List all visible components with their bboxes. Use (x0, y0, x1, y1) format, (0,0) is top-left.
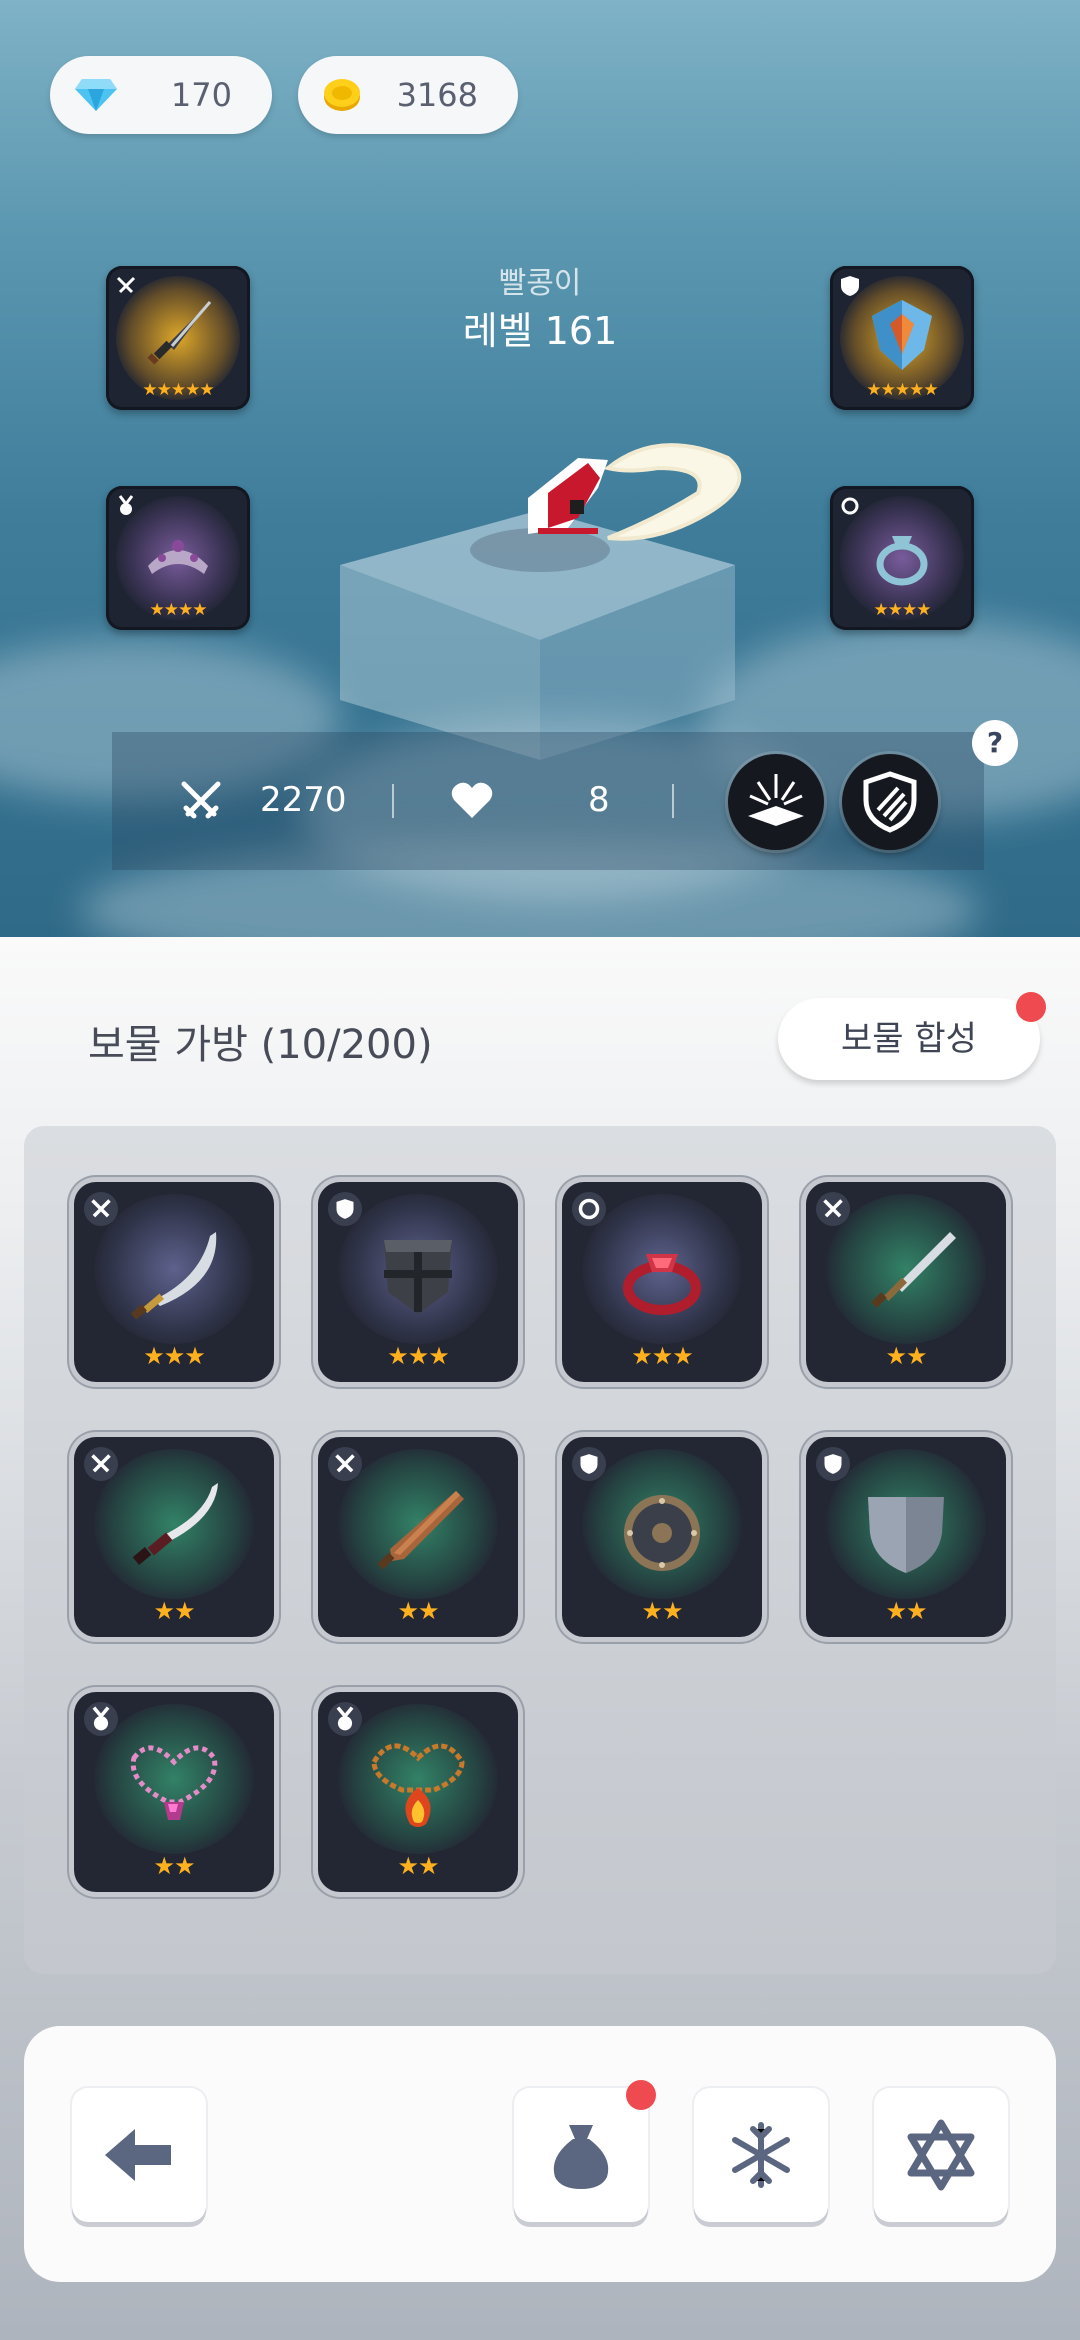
snowflake-icon (732, 2122, 790, 2188)
equipped-weapon-stars: ★★★★★ (142, 380, 214, 400)
gold-counter[interactable]: 3168 (298, 56, 518, 134)
gem-counter[interactable]: 170 (50, 56, 272, 134)
hero-scene: 170 3168 빨콩이 레벨 161 ★★★★★ ★★★★★ ★★★★ ★★★… (0, 0, 1080, 937)
ring-type-icon (572, 1192, 606, 1226)
treasure-bag-button[interactable] (514, 2088, 648, 2222)
shield-type-icon (572, 1447, 606, 1481)
equipped-armor-stars: ★★★★★ (866, 380, 938, 400)
back-arrow-icon (105, 2129, 171, 2181)
medal-type-icon (84, 1702, 118, 1736)
notification-dot (626, 2080, 656, 2110)
equipped-weapon-slot[interactable]: ★★★★★ (106, 266, 250, 410)
hexagram-icon (907, 2119, 975, 2191)
hero-character[interactable] (508, 438, 744, 554)
inventory-item-wooden-club[interactable]: ★★ (318, 1437, 518, 1637)
sword-type-icon (816, 1192, 850, 1226)
frost-button[interactable] (694, 2088, 828, 2222)
inventory-item-ruby-ring[interactable]: ★★★ (562, 1182, 762, 1382)
bag-title: 보물 가방 (10/200) (88, 1022, 433, 1068)
amethyst-necklace-icon (130, 1745, 218, 1820)
equipped-ring-stars: ★★★★ (873, 600, 932, 620)
combine-treasure-button[interactable]: 보물 합성 (778, 998, 1040, 1080)
fire-necklace-icon (371, 1743, 465, 1827)
iron-shield-icon (384, 1240, 452, 1314)
tiara-icon (148, 540, 208, 574)
item-stars: ★★ (885, 1597, 927, 1625)
help-button[interactable]: ? (972, 720, 1018, 766)
heart-icon (451, 782, 493, 818)
notification-dot (1016, 992, 1046, 1022)
attack-icon (181, 781, 221, 819)
inventory-item-round-buckler[interactable]: ★★ (562, 1437, 762, 1637)
item-stars: ★★★ (631, 1342, 694, 1370)
shield-type-icon (841, 276, 859, 296)
sword-type-icon (84, 1192, 118, 1226)
crystal-shield-icon (872, 300, 932, 370)
short-sword-icon (871, 1232, 956, 1308)
inventory-item-steel-shield[interactable]: ★★ (806, 1437, 1006, 1637)
sword-type-icon (84, 1447, 118, 1481)
burst-icon (748, 774, 804, 826)
attack-value: 2270 (260, 780, 347, 820)
steel-shield-icon (868, 1497, 944, 1573)
money-bag-icon (553, 2125, 609, 2189)
inventory-item-short-sword[interactable]: ★★ (806, 1182, 1006, 1382)
ring-type-icon (841, 497, 859, 515)
gem-amount: 170 (170, 76, 232, 114)
back-button[interactable] (72, 2088, 206, 2222)
medal-type-icon (328, 1702, 362, 1736)
inventory-item-amethyst-necklace[interactable]: ★★ (74, 1692, 274, 1892)
item-stars: ★★ (153, 1597, 195, 1625)
medal-type-icon (118, 495, 134, 515)
inventory-item-scimitar[interactable]: ★★★ (74, 1182, 274, 1382)
inventory-item-curved-blade[interactable]: ★★ (74, 1437, 274, 1637)
item-stars: ★★ (641, 1597, 683, 1625)
skill-shield-button[interactable] (842, 754, 938, 850)
item-stars: ★★ (885, 1342, 927, 1370)
equipped-necklace-stars: ★★★★ (149, 600, 208, 620)
item-stars: ★★ (397, 1597, 439, 1625)
scimitar-icon (131, 1232, 217, 1320)
dagger-icon (147, 301, 212, 365)
shield-type-icon (328, 1192, 362, 1226)
gold-amount: 3168 (396, 76, 478, 114)
round-buckler-icon (624, 1495, 700, 1571)
diamond-icon (75, 79, 117, 111)
sword-type-icon (116, 276, 136, 294)
ruby-ring-icon (623, 1254, 701, 1315)
item-stars: ★★ (397, 1852, 439, 1880)
item-stars: ★★ (153, 1852, 195, 1880)
curved-blade-icon (132, 1483, 218, 1565)
skill-burst-button[interactable] (728, 754, 824, 850)
item-stars: ★★★ (143, 1342, 206, 1370)
item-stars: ★★★ (387, 1342, 450, 1370)
equipped-armor-slot[interactable]: ★★★★★ (830, 266, 974, 410)
equipped-ring-slot[interactable]: ★★★★ (830, 486, 974, 630)
shield-type-icon (816, 1447, 850, 1481)
ring-icon (876, 536, 928, 586)
inventory-item-fire-necklace[interactable]: ★★ (318, 1692, 518, 1892)
shield-claw-icon (863, 771, 917, 833)
gold-coin-icon (324, 79, 360, 111)
health-value: 8 (588, 780, 610, 820)
equipped-necklace-slot[interactable]: ★★★★ (106, 486, 250, 630)
wooden-club-icon (377, 1491, 464, 1570)
inventory-item-iron-shield[interactable]: ★★★ (318, 1182, 518, 1382)
stat-divider (392, 784, 394, 818)
stat-divider (672, 784, 674, 818)
star-of-david-button[interactable] (874, 2088, 1008, 2222)
sword-type-icon (328, 1447, 362, 1481)
